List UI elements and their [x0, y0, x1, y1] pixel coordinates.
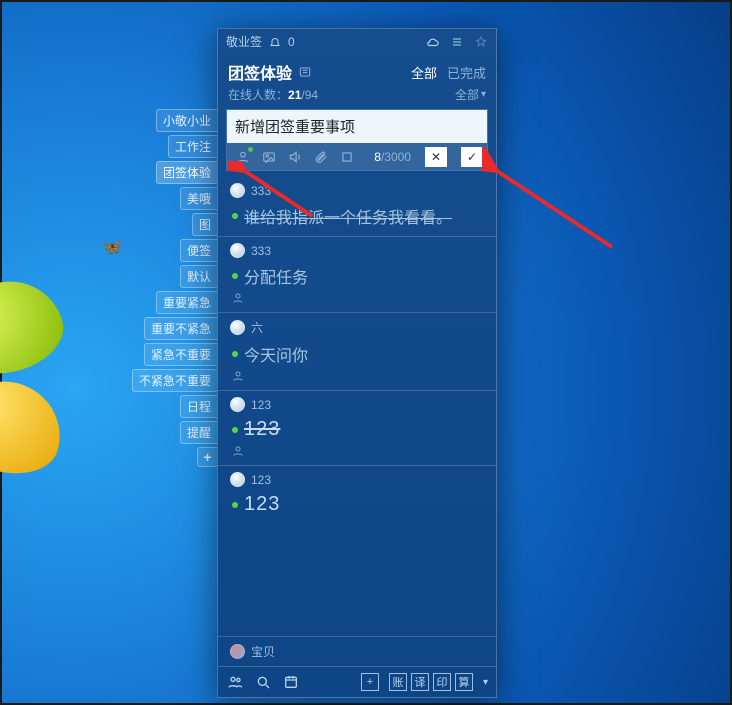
- square-icon[interactable]: [339, 149, 355, 165]
- item-author: 123: [251, 398, 271, 412]
- char-current: 8: [374, 150, 381, 164]
- list-item[interactable]: 333 谁给我指派一个任务我看看。: [218, 177, 496, 236]
- item-text: 123: [244, 493, 280, 516]
- side-tag[interactable]: 不紧急不重要: [132, 369, 217, 392]
- compose-input[interactable]: 新增团签重要事项: [226, 109, 488, 143]
- compose-text: 新增团签重要事项: [235, 119, 355, 136]
- side-tag[interactable]: 重要不紧急: [144, 317, 217, 340]
- side-tag[interactable]: 重要紧急: [156, 291, 217, 314]
- image-icon[interactable]: [261, 149, 277, 165]
- item-author: 123: [251, 473, 271, 487]
- item-author: 六: [251, 319, 263, 336]
- panel-header: 团签体验 全部 已完成: [218, 54, 496, 86]
- status-dot: [232, 273, 238, 279]
- titlebar: 敬业签 0: [218, 29, 496, 54]
- filter-label: 全部: [455, 86, 479, 103]
- footer-tool-button[interactable]: 账: [389, 673, 407, 691]
- tab-all[interactable]: 全部: [411, 63, 437, 82]
- side-tag[interactable]: 小敬小业: [156, 109, 217, 132]
- side-tag[interactable]: 紧急不重要: [144, 343, 217, 366]
- assign-icon[interactable]: [235, 149, 251, 165]
- footer-bar: + 账译印算 ▾: [218, 666, 496, 697]
- item-author: 333: [251, 184, 271, 198]
- avatar: [230, 644, 245, 659]
- status-dot: [232, 351, 238, 357]
- side-tag[interactable]: 默认: [180, 265, 217, 288]
- list-icon[interactable]: [298, 65, 312, 79]
- notif-count: 0: [288, 35, 295, 49]
- side-tag[interactable]: 提醒: [180, 421, 217, 444]
- side-tag-list: 小敬小业工作注团签体验美哦图便签默认重要紧急重要不紧急紧急不重要不紧急不重要日程…: [132, 109, 217, 467]
- char-counter: 8/3000: [374, 150, 411, 164]
- bell-icon[interactable]: [268, 35, 282, 49]
- win7-logo: [0, 282, 142, 482]
- app-name: 敬业签: [226, 33, 262, 50]
- item-text: 今天问你: [244, 342, 308, 366]
- butterfly-deco: 🦋: [102, 237, 122, 257]
- subheader: 在线人数：21/94 全部 ▾: [218, 86, 496, 109]
- side-tag[interactable]: 工作注: [168, 135, 217, 158]
- chevron-down-icon: ▾: [483, 677, 488, 688]
- assignee-icon: [230, 370, 484, 382]
- avatar: [230, 320, 245, 335]
- side-tag[interactable]: 图: [192, 213, 217, 236]
- item-text: 123: [244, 418, 280, 441]
- footer-plus-button[interactable]: +: [361, 673, 379, 691]
- list-item[interactable]: 333 分配任务: [218, 236, 496, 312]
- status-dot: [232, 213, 238, 219]
- assign-active-dot: [248, 147, 253, 152]
- audio-icon[interactable]: [287, 149, 303, 165]
- list-item[interactable]: 123 123: [218, 465, 496, 524]
- menu-icon[interactable]: [450, 35, 464, 49]
- avatar: [230, 397, 245, 412]
- tab-done[interactable]: 已完成: [447, 63, 486, 82]
- side-tag-add[interactable]: +: [197, 447, 217, 467]
- footer-tool-button[interactable]: 算: [455, 673, 473, 691]
- pin-icon[interactable]: [474, 35, 488, 49]
- compose-toolbar: 8/3000 ✕ ✓: [226, 143, 488, 171]
- team-title: 团签体验: [228, 60, 292, 84]
- online-label: 在线人数：: [228, 88, 288, 102]
- item-list: 333 谁给我指派一个任务我看看。 333 分配任务 六 今天问你 123 12…: [218, 177, 496, 636]
- footer-tool-button[interactable]: 译: [411, 673, 429, 691]
- confirm-button[interactable]: ✓: [461, 147, 483, 167]
- annotation-arrow-right: [482, 147, 622, 257]
- compose-block: 新增团签重要事项 8/3000 ✕ ✓: [226, 109, 488, 171]
- list-item[interactable]: 123 123: [218, 390, 496, 465]
- avatar: [230, 472, 245, 487]
- search-icon[interactable]: [254, 673, 272, 691]
- side-tag[interactable]: 团签体验: [156, 161, 217, 184]
- footer-user-row: 宝贝: [218, 636, 496, 666]
- main-panel: 敬业签 0 团签体验 全部 已完成: [217, 28, 497, 698]
- filter-dropdown[interactable]: 全部 ▾: [455, 86, 486, 103]
- item-author: 333: [251, 244, 271, 258]
- side-tag[interactable]: 日程: [180, 395, 217, 418]
- cancel-button[interactable]: ✕: [425, 147, 447, 167]
- online-count: 21: [288, 88, 301, 102]
- avatar: [230, 183, 245, 198]
- footer-user-name: 宝贝: [251, 643, 275, 660]
- side-tag[interactable]: 美哦: [180, 187, 217, 210]
- list-item[interactable]: 六 今天问你: [218, 312, 496, 390]
- item-text: 谁给我指派一个任务我看看。: [244, 204, 452, 228]
- total-count: /94: [301, 88, 318, 102]
- avatar: [230, 243, 245, 258]
- footer-tool-button[interactable]: 印: [433, 673, 451, 691]
- status-dot: [232, 502, 238, 508]
- members-icon[interactable]: [226, 673, 244, 691]
- cloud-sync-icon[interactable]: [426, 35, 440, 49]
- assignee-icon: [230, 292, 484, 304]
- side-tag[interactable]: 便签: [180, 239, 217, 262]
- calendar-icon[interactable]: [282, 673, 300, 691]
- char-max: /3000: [381, 150, 411, 164]
- assignee-icon: [230, 445, 484, 457]
- item-text: 分配任务: [244, 264, 308, 288]
- chevron-down-icon: ▾: [481, 89, 486, 100]
- attach-icon[interactable]: [313, 149, 329, 165]
- status-dot: [232, 427, 238, 433]
